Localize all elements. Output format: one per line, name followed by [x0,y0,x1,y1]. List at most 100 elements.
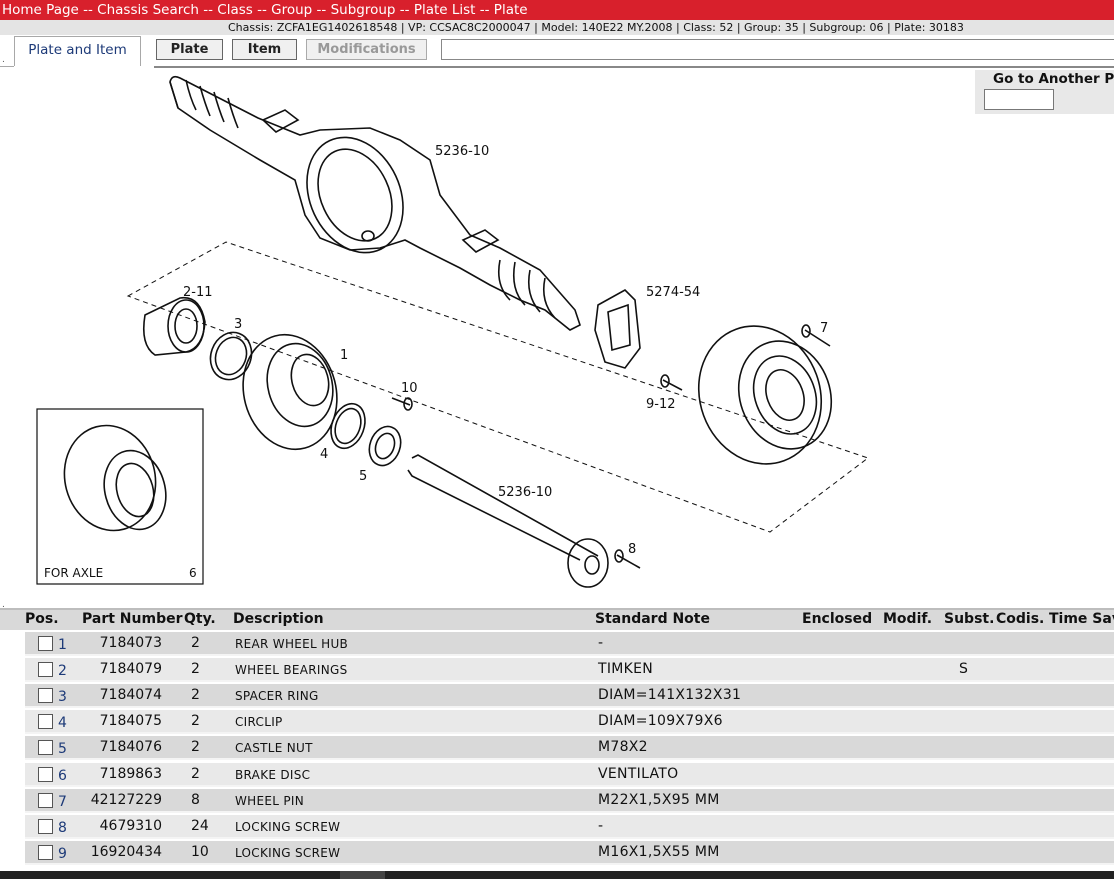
scrollbar-thumb[interactable] [340,871,385,879]
row-standard-note: TIMKEN [598,661,654,677]
row-pos-link[interactable]: 6 [58,768,67,784]
row-pos-link[interactable]: 8 [58,820,67,836]
header-part-number: Part Number [82,611,183,627]
row-part-number: 7189863 [99,766,162,782]
table-row: 9 16920434 10 LOCKING SCREW M16X1,5X55 M… [25,841,1114,865]
row-pos-link[interactable]: 9 [58,846,67,862]
row-description: WHEEL BEARINGS [235,663,348,677]
row-checkbox[interactable] [38,845,53,860]
table-header: Pos. Part Number Qty. Description Standa… [0,608,1114,630]
row-qty: 2 [191,661,200,677]
row-description: SPACER RING [235,689,319,703]
row-description: WHEEL PIN [235,794,305,808]
bearing-part [142,296,206,356]
table-row: 8 4679310 24 LOCKING SCREW - [25,815,1114,839]
row-description: CASTLE NUT [235,741,313,755]
row-checkbox[interactable] [38,793,53,808]
row-pos-link[interactable]: 4 [58,715,67,731]
row-standard-note: DIAM=141X132X31 [598,687,742,703]
row-part-number: 7184079 [99,661,162,677]
row-qty: 2 [191,635,200,651]
row-checkbox[interactable] [38,662,53,677]
header-description: Description [233,611,324,627]
table-row: 4 7184075 2 CIRCLIP DIAM=109X79X6 [25,710,1114,734]
header-pos: Pos. [25,611,59,627]
row-pos-link[interactable]: 2 [58,663,67,679]
row-qty: 24 [191,818,209,834]
label-10: 10 [401,381,418,396]
header-qty: Qty. [184,611,216,627]
plate-button[interactable]: Plate [156,39,223,60]
label-3: 3 [234,317,242,332]
drive-shaft-part [407,454,609,588]
crumb-plate-list[interactable]: Plate List [414,2,476,18]
tab-baseline [0,66,14,67]
edge-mark: . [2,55,5,65]
row-part-number: 7184075 [99,713,162,729]
header-subst: Subst. [944,611,995,627]
label-8: 8 [628,542,636,557]
table-row: 7 42127229 8 WHEEL PIN M22X1,5X95 MM [25,789,1114,813]
row-checkbox[interactable] [38,688,53,703]
row-checkbox[interactable] [38,636,53,651]
row-qty: 2 [191,739,200,755]
parts-drawing: 5236-10 2-11 3 1 5274-54 7 10 9-12 4 5 5… [36,75,870,588]
crumb-class[interactable]: Class [217,2,253,18]
row-qty: 8 [191,792,200,808]
row-checkbox[interactable] [38,767,53,782]
table-row: 2 7184079 2 WHEEL BEARINGS TIMKEN S [25,658,1114,682]
row-pos-link[interactable]: 7 [58,794,67,810]
row-part-number: 7184074 [99,687,162,703]
label-shaft: 5236-10 [498,485,552,500]
row-standard-note: M78X2 [598,739,648,755]
row-description: LOCKING SCREW [235,820,341,834]
row-pos-link[interactable]: 1 [58,637,67,653]
header-standard-note: Standard Note [595,611,710,627]
label-4: 4 [320,447,328,462]
tab-filler [441,39,1114,60]
chassis-info: Chassis: ZCFA1EG1402618548 | VP: CCSAC8C… [0,20,1114,35]
row-pos-link[interactable]: 5 [58,741,67,757]
row-standard-note: - [598,635,604,651]
table-row: 5 7184076 2 CASTLE NUT M78X2 [25,736,1114,760]
horizontal-scrollbar[interactable] [0,871,1114,879]
tab-plate-and-item[interactable]: Plate and Item [14,36,141,66]
row-qty: 2 [191,766,200,782]
row-description: CIRCLIP [235,715,283,729]
axle-housing [169,75,581,331]
crumb-group[interactable]: Group [271,2,312,18]
row-standard-note: M22X1,5X95 MM [598,792,720,808]
row-part-number: 7184076 [99,739,162,755]
row-subst: S [959,661,968,677]
label-for-axle: FOR AXLE [44,566,103,580]
breadcrumb: Home Page -- Chassis Search -- Class -- … [0,0,1114,20]
label-1: 1 [340,348,348,363]
row-standard-note: VENTILATO [598,766,679,782]
row-part-number: 16920434 [90,844,162,860]
row-checkbox[interactable] [38,740,53,755]
row-qty: 2 [191,713,200,729]
item-button[interactable]: Item [232,39,297,60]
crumb-plate[interactable]: Plate [494,2,528,18]
crumb-home[interactable]: Home Page [2,2,79,18]
table-row: 6 7189863 2 BRAKE DISC VENTILATO [25,763,1114,787]
row-checkbox[interactable] [38,819,53,834]
goto-plate-input[interactable] [984,89,1054,110]
header-time-saving: Time Saving [1049,611,1114,627]
goto-label: Go to Another Plate [993,71,1114,87]
label-2-11: 2-11 [183,285,213,300]
row-pos-link[interactable]: 3 [58,689,67,705]
row-standard-note: M16X1,5X55 MM [598,844,720,860]
label-5: 5 [359,469,367,484]
row-description: REAR WHEEL HUB [235,637,349,651]
header-enclosed: Enclosed [802,611,873,627]
row-description: LOCKING SCREW [235,846,341,860]
row-qty: 10 [191,844,209,860]
crumb-subgroup[interactable]: Subgroup [331,2,396,18]
row-standard-note: DIAM=109X79X6 [598,713,723,729]
modifications-button[interactable]: Modifications [306,39,427,60]
row-checkbox[interactable] [38,714,53,729]
crumb-chassis-search[interactable]: Chassis Search [97,2,199,18]
header-modif: Modif. [883,611,933,627]
tab-divider [154,66,1114,68]
